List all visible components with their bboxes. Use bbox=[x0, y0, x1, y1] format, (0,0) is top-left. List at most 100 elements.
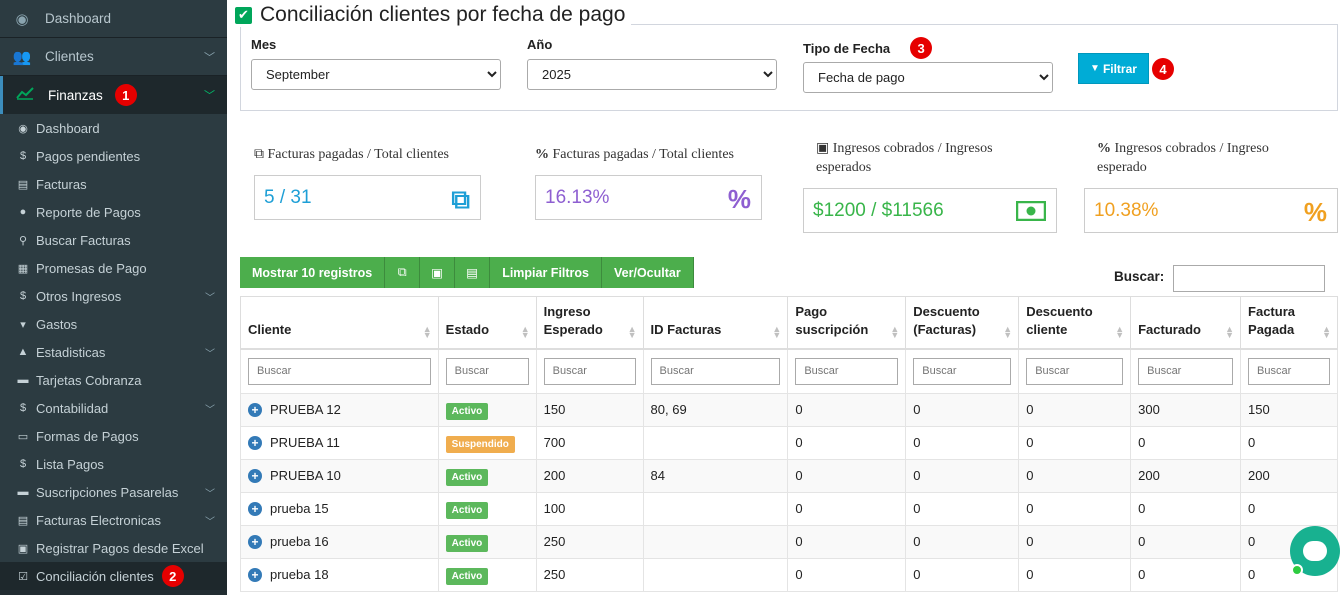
table-cell-cliente: + PRUEBA 11 bbox=[240, 425, 439, 460]
menu-item-icon: ● bbox=[19, 206, 27, 218]
table-cell-pago: 0 bbox=[787, 491, 907, 526]
file-icon: ▤ bbox=[466, 266, 479, 280]
sidebar-subitem-label: Buscar Facturas bbox=[36, 232, 131, 248]
status-badge: Activo bbox=[445, 535, 489, 552]
column-filter-input[interactable] bbox=[1248, 357, 1330, 385]
sidebar-item-dashboard[interactable]: ◉ Dashboard bbox=[0, 0, 227, 38]
toggle-columns-button[interactable]: Ver/Ocultar bbox=[602, 257, 694, 288]
sidebar-item-clientes[interactable]: 👥 Clientes ﹀ bbox=[0, 38, 227, 76]
show-records-button[interactable]: Mostrar 10 registros bbox=[240, 257, 386, 288]
sidebar-item-label: Clientes bbox=[45, 49, 94, 64]
column-header[interactable]: Estado ▲ ▼ bbox=[437, 296, 537, 350]
column-filter-cell bbox=[1018, 348, 1132, 394]
column-filter-input[interactable] bbox=[445, 357, 529, 385]
column-filter-input[interactable] bbox=[1138, 357, 1234, 385]
expand-row-icon[interactable]: + bbox=[248, 535, 262, 550]
filtrar-button[interactable]: ▼ Filtrar bbox=[1078, 53, 1149, 84]
table-cell-ingreso: 150 bbox=[535, 392, 644, 427]
money-icon: ▣ bbox=[816, 141, 830, 156]
column-header[interactable]: Facturado ▲ ▼ bbox=[1130, 296, 1242, 350]
sidebar-subitem-conciliacion[interactable]: ☑ Conciliación clientes 2 bbox=[0, 562, 227, 590]
tipo-fecha-select[interactable]: Fecha de pago bbox=[803, 62, 1053, 93]
cliente-name: prueba 15 bbox=[270, 500, 329, 516]
chevron-down-icon: ﹀ bbox=[205, 404, 215, 416]
table-search-input[interactable] bbox=[1173, 265, 1325, 292]
sidebar-subitem[interactable]: $ Contabilidad ﹀ bbox=[0, 394, 227, 422]
mes-select[interactable]: September bbox=[251, 59, 501, 90]
sidebar-subitem[interactable]: ⚲ Buscar Facturas bbox=[0, 226, 227, 254]
sidebar-subitem[interactable]: ▭ Formas de Pagos bbox=[0, 422, 227, 450]
column-filter-input[interactable] bbox=[913, 357, 1012, 385]
column-header[interactable]: Descuento cliente ▲ ▼ bbox=[1018, 296, 1132, 350]
table-cell-desc_f: 0 bbox=[905, 557, 1020, 592]
excel-file-icon: ▣ bbox=[431, 266, 444, 280]
pdf-button[interactable]: ▤ bbox=[455, 257, 491, 288]
copy-button[interactable]: ⧉ bbox=[385, 257, 421, 288]
column-filter-input[interactable] bbox=[1026, 357, 1124, 385]
sidebar-subitem[interactable]: ▬ Suscripciones Pasarelas ﹀ bbox=[0, 478, 227, 506]
column-header[interactable]: Ingreso Esperado ▲ ▼ bbox=[535, 296, 644, 350]
sidebar-item-finanzas[interactable]: Finanzas 1 ﹀ bbox=[0, 76, 227, 114]
sidebar-subitem[interactable]: $ Otros Ingresos ﹀ bbox=[0, 282, 227, 310]
table-cell-desc_f: 0 bbox=[905, 458, 1020, 493]
chat-button[interactable] bbox=[1290, 526, 1340, 576]
sidebar-subitem[interactable]: ▤ Facturas bbox=[0, 170, 227, 198]
column-header-label: Descuento cliente bbox=[1026, 304, 1093, 337]
column-filter-cell bbox=[642, 348, 789, 394]
anio-select[interactable]: 2025 bbox=[527, 59, 777, 90]
table-cell-estado: Activo bbox=[437, 491, 537, 526]
sidebar-subitem[interactable]: $ Pagos pendientes bbox=[0, 142, 227, 170]
column-filter-input[interactable] bbox=[795, 357, 899, 385]
sort-icon: ▲ ▼ bbox=[772, 324, 782, 340]
table-cell-ids bbox=[642, 557, 789, 592]
column-header[interactable]: Cliente ▲ ▼ bbox=[240, 296, 439, 350]
stat-value: 10.38% bbox=[1094, 199, 1159, 221]
sort-icon: ▲ ▼ bbox=[1322, 324, 1331, 340]
expand-row-icon[interactable]: + bbox=[248, 436, 262, 451]
cliente-name: PRUEBA 12 bbox=[270, 401, 341, 417]
conciliacion-table: Cliente ▲ ▼ Estado ▲ ▼ Ingreso Esperado ▲ ▼ ID Fa… bbox=[240, 296, 1338, 592]
sidebar-subitem[interactable]: ▤ Facturas Electronicas ﹀ bbox=[0, 506, 227, 534]
stat-value-box: 16.13% % bbox=[535, 175, 762, 220]
percent-icon: % bbox=[1097, 141, 1111, 156]
menu-item-icon: ◉ bbox=[18, 122, 28, 135]
tipo-fecha-filter: Tipo de Fecha 3 Fecha de pago bbox=[803, 37, 1053, 93]
sidebar-subitem[interactable]: ▲ Estadisticas ﹀ bbox=[0, 338, 227, 366]
expand-row-icon[interactable]: + bbox=[248, 469, 262, 484]
sidebar-subitem[interactable]: ▦ Promesas de Pago bbox=[0, 254, 227, 282]
table-row: + prueba 15 Activo 100 0 0 0 0 0 bbox=[240, 491, 1338, 526]
chevron-down-icon: ﹀ bbox=[204, 90, 215, 102]
expand-row-icon[interactable]: + bbox=[248, 502, 262, 517]
sidebar-subitem[interactable]: ▾ Gastos bbox=[0, 310, 227, 338]
table-cell-desc_f: 0 bbox=[905, 524, 1020, 559]
sidebar-subitem[interactable]: ▬ Tarjetas Cobranza bbox=[0, 366, 227, 394]
column-filter-input[interactable] bbox=[650, 357, 781, 385]
column-header[interactable]: Descuento (Facturas) ▲ ▼ bbox=[905, 296, 1020, 350]
table-cell-pago: 0 bbox=[787, 557, 907, 592]
online-status-dot bbox=[1291, 564, 1303, 576]
sort-icon: ▲ ▼ bbox=[890, 324, 900, 340]
status-badge: Suspendido bbox=[445, 436, 515, 453]
column-header[interactable]: ID Facturas ▲ ▼ bbox=[642, 296, 789, 350]
column-header[interactable]: Factura Pagada ▲ ▼ bbox=[1240, 296, 1338, 350]
column-header[interactable]: Pago suscripción ▲ ▼ bbox=[787, 296, 907, 350]
expand-row-icon[interactable]: + bbox=[248, 568, 262, 583]
step-badge: 1 bbox=[114, 84, 137, 106]
table-cell-facturado: 0 bbox=[1130, 491, 1242, 526]
table-cell-desc_c: 0 bbox=[1018, 524, 1132, 559]
stat-value: 16.13% bbox=[545, 186, 610, 208]
expand-row-icon[interactable]: + bbox=[248, 403, 262, 418]
sidebar-subitem[interactable]: $ Lista Pagos bbox=[0, 450, 227, 478]
clear-filters-button[interactable]: Limpiar Filtros bbox=[490, 257, 603, 288]
excel-button[interactable]: ▣ bbox=[420, 257, 456, 288]
sidebar-subitem[interactable]: ● Reporte de Pagos bbox=[0, 198, 227, 226]
menu-item-icon: ▬ bbox=[17, 486, 29, 498]
column-header-label: Factura Pagada bbox=[1248, 304, 1295, 337]
sidebar-subitem[interactable]: ◉ Dashboard bbox=[0, 114, 227, 142]
mes-label: Mes bbox=[251, 37, 277, 52]
table-cell-estado: Activo bbox=[437, 458, 537, 493]
sidebar-subitem[interactable]: ▣ Registrar Pagos desde Excel bbox=[0, 534, 227, 562]
column-filter-input[interactable] bbox=[543, 357, 636, 385]
column-header-label: ID Facturas bbox=[650, 322, 722, 337]
column-filter-input[interactable] bbox=[248, 357, 431, 385]
